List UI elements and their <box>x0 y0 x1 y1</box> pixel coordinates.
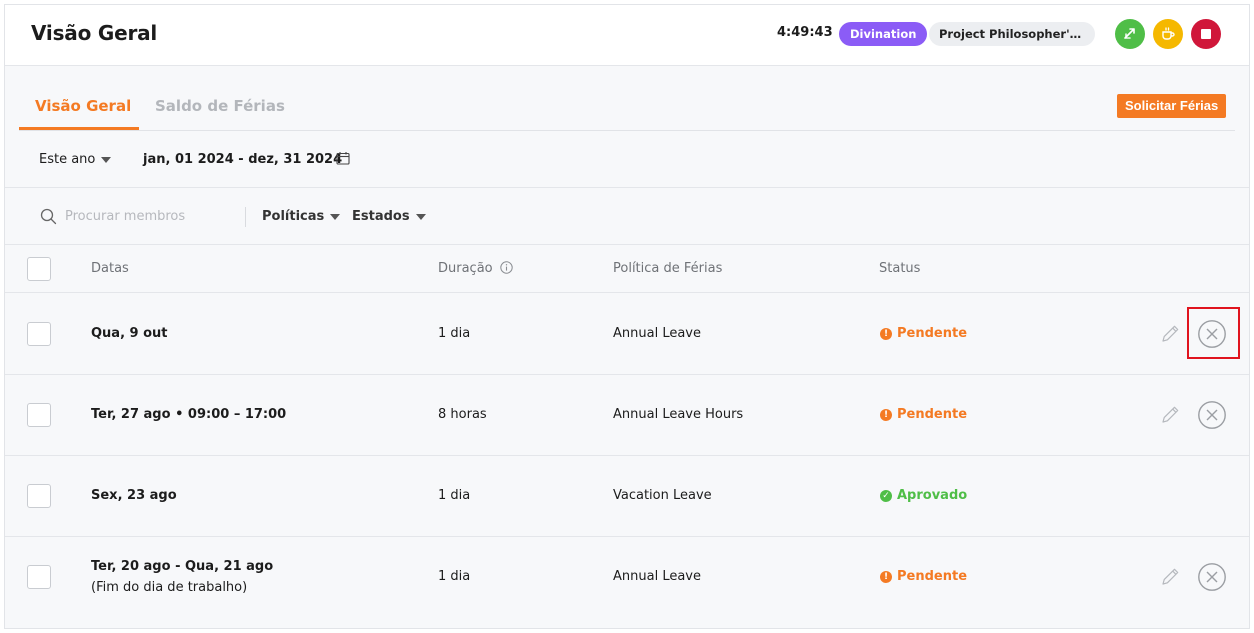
switch-icon <box>1124 28 1135 39</box>
calendar-icon[interactable] <box>336 151 350 165</box>
filter-divider <box>245 207 246 227</box>
caret-down-icon <box>330 213 341 220</box>
request-vacation-button[interactable]: Solicitar Férias <box>1117 94 1227 118</box>
status-badge: ✓ Aprovado <box>880 488 967 503</box>
table-row[interactable]: Ter, 20 ago - Qua, 21 ago (Fim do dia de… <box>5 537 1249 629</box>
date-filter-row: Este ano jan, 01 2024 - dez, 31 2024 <box>5 131 1249 188</box>
status-label: Pendente <box>897 569 968 584</box>
row-checkbox[interactable] <box>27 322 51 346</box>
status-badge: ! Pendente <box>880 407 967 422</box>
date-range-label[interactable]: jan, 01 2024 - dez, 31 2024 <box>143 152 342 167</box>
states-dropdown-label: Estados <box>352 209 410 224</box>
table-header: Datas Duração Política de Férias Status <box>5 245 1249 293</box>
tab-vacation-balance[interactable]: Saldo de Férias <box>155 97 285 115</box>
row-checkbox[interactable] <box>27 403 51 427</box>
column-status[interactable]: Status <box>879 261 920 276</box>
tab-bar: Visão Geral Saldo de Férias <box>19 67 1235 131</box>
status-badge: ! Pendente <box>880 326 967 341</box>
row-checkbox[interactable] <box>27 565 51 589</box>
timer-display: 4:49:43 <box>777 25 833 40</box>
coffee-icon <box>1162 27 1175 40</box>
highlight-box <box>1187 307 1240 359</box>
pencil-icon[interactable] <box>1159 404 1181 426</box>
pencil-icon[interactable] <box>1159 323 1181 345</box>
column-dates[interactable]: Datas <box>91 261 129 276</box>
status-badge: ! Pendente <box>880 569 967 584</box>
policies-dropdown-label: Políticas <box>262 209 325 224</box>
project-name-badge[interactable]: Project Philosopher's S... <box>929 22 1095 46</box>
stop-timer-button[interactable] <box>1191 19 1221 49</box>
row-duration: 1 dia <box>438 488 471 503</box>
period-select-label: Este ano <box>39 152 96 167</box>
column-duration[interactable]: Duração <box>438 261 513 276</box>
pending-icon: ! <box>880 570 892 583</box>
table-row[interactable]: Sex, 23 ago 1 dia Vacation Leave ✓ Aprov… <box>5 456 1249 537</box>
top-header: Visão Geral 4:49:43 Divination Project P… <box>5 5 1249 66</box>
table-row[interactable]: Qua, 9 out 1 dia Annual Leave ! Pendente <box>5 294 1249 375</box>
row-date: Qua, 9 out <box>91 326 168 341</box>
page-title: Visão Geral <box>31 21 158 45</box>
search-icon <box>40 208 57 225</box>
app-frame: Visão Geral 4:49:43 Divination Project P… <box>4 4 1250 629</box>
active-tab-indicator <box>19 127 139 130</box>
status-label: Pendente <box>897 407 968 422</box>
policies-dropdown[interactable]: Políticas <box>262 209 341 224</box>
select-all-checkbox[interactable] <box>27 257 51 281</box>
row-date: Sex, 23 ago <box>91 488 177 503</box>
pencil-icon[interactable] <box>1159 566 1181 588</box>
stop-icon <box>1201 29 1211 39</box>
row-policy: Annual Leave <box>613 326 701 341</box>
project-tag-badge[interactable]: Divination <box>839 22 928 46</box>
row-duration: 1 dia <box>438 569 471 584</box>
row-duration: 8 horas <box>438 407 487 422</box>
caret-down-icon <box>415 213 426 220</box>
info-icon[interactable] <box>500 261 513 274</box>
pending-icon: ! <box>880 327 892 340</box>
row-date: Ter, 20 ago - Qua, 21 ago <box>91 559 274 574</box>
status-label: Pendente <box>897 326 968 341</box>
tab-overview[interactable]: Visão Geral <box>35 97 131 115</box>
table-row[interactable]: Ter, 27 ago • 09:00 – 17:00 8 horas Annu… <box>5 375 1249 456</box>
pending-icon: ! <box>880 408 892 421</box>
search-filter-row: Políticas Estados <box>5 188 1249 245</box>
row-date: Ter, 27 ago • 09:00 – 17:00 <box>91 407 287 422</box>
caret-down-icon <box>101 156 112 163</box>
check-icon: ✓ <box>880 489 892 502</box>
column-duration-label: Duração <box>438 261 493 276</box>
search-members-input[interactable] <box>65 205 235 227</box>
break-button[interactable] <box>1153 19 1183 49</box>
row-checkbox[interactable] <box>27 484 51 508</box>
status-label: Aprovado <box>897 488 968 503</box>
column-policy[interactable]: Política de Férias <box>613 261 722 276</box>
row-policy: Vacation Leave <box>613 488 712 503</box>
cancel-icon[interactable] <box>1197 562 1227 592</box>
period-select[interactable]: Este ano <box>39 152 112 167</box>
cancel-icon[interactable] <box>1197 400 1227 430</box>
row-policy: Annual Leave <box>613 569 701 584</box>
switch-task-button[interactable] <box>1115 19 1145 49</box>
row-date-note: (Fim do dia de trabalho) <box>91 580 248 595</box>
states-dropdown[interactable]: Estados <box>352 209 426 224</box>
row-policy: Annual Leave Hours <box>613 407 744 422</box>
row-duration: 1 dia <box>438 326 471 341</box>
